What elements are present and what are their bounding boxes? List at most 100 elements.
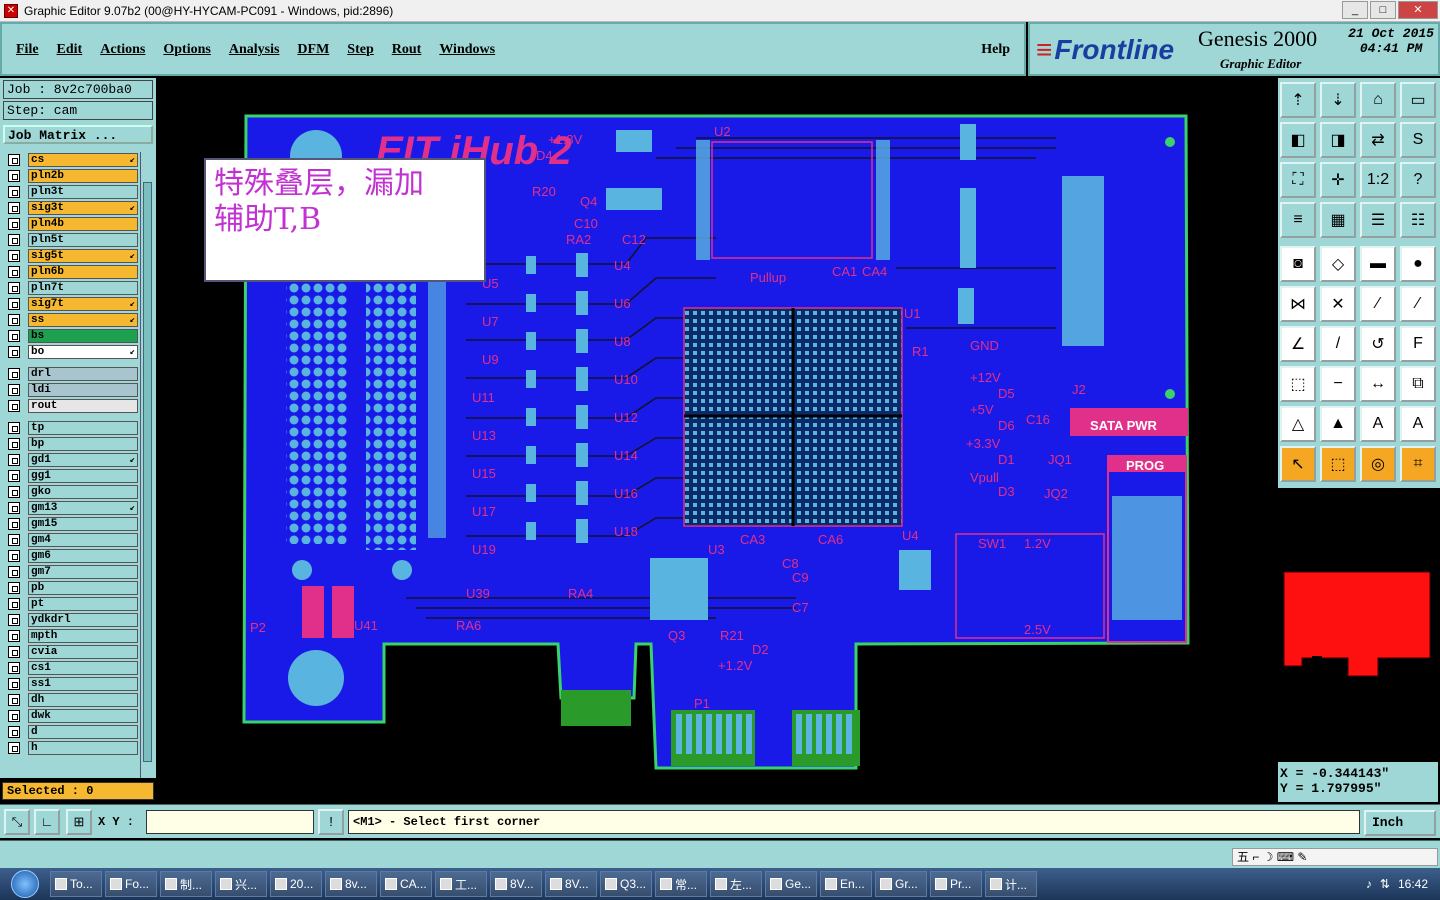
layer-row-dwk[interactable]: dwk <box>4 708 138 723</box>
layer-name[interactable]: d <box>28 724 138 739</box>
layer-name[interactable]: ydkdrl <box>28 612 138 627</box>
layer-name[interactable]: pb <box>28 580 138 595</box>
layer-checkbox[interactable] <box>8 533 20 546</box>
select-area-icon[interactable]: ⌗ <box>1400 446 1436 482</box>
layer-row-bo[interactable]: bo ↙ <box>4 344 138 359</box>
layer-row-ss1[interactable]: ss1 <box>4 676 138 691</box>
clock[interactable]: 16:42 <box>1398 877 1428 891</box>
layer-name[interactable]: bp <box>28 436 138 451</box>
layer-row-sig3t[interactable]: sig3t ↙ <box>4 200 138 215</box>
ruler-icon[interactable]: ▬ <box>1360 246 1396 282</box>
layer-name[interactable]: pln6b <box>28 264 138 279</box>
layer-row-ldi[interactable]: ldi <box>4 382 138 397</box>
job-matrix-button[interactable]: Job Matrix ... <box>3 125 153 144</box>
menu-file[interactable]: File <box>16 42 39 58</box>
lasso-icon[interactable]: ◎ <box>1360 446 1396 482</box>
anchor-icon[interactable]: A <box>1360 406 1396 442</box>
layer-checkbox[interactable] <box>8 345 20 358</box>
menu-rout[interactable]: Rout <box>392 42 422 58</box>
connect-icon[interactable]: ⋈ <box>1280 286 1316 322</box>
layer-checkbox[interactable] <box>8 629 20 642</box>
line-icon[interactable]: ⁄ <box>1360 286 1396 322</box>
layer-checkbox[interactable] <box>8 661 20 674</box>
layer-row-rout[interactable]: rout <box>4 398 138 413</box>
layer-name[interactable]: cvia <box>28 644 138 659</box>
text-icon[interactable]: F <box>1400 326 1436 362</box>
layer-checkbox[interactable] <box>8 297 20 310</box>
layer-row-tp[interactable]: tp <box>4 420 138 435</box>
taskbar-item[interactable]: 左... <box>710 871 762 897</box>
layer-checkbox[interactable] <box>8 367 20 380</box>
layer-row-dh[interactable]: dh <box>4 692 138 707</box>
unit-selector[interactable]: Inch <box>1364 810 1436 836</box>
start-button[interactable] <box>0 868 50 900</box>
layer-row-sig7t[interactable]: sig7t ↙ <box>4 296 138 311</box>
layer-row-gd1[interactable]: gd1 ↙ <box>4 452 138 467</box>
layer-row-bs[interactable]: bs <box>4 328 138 343</box>
layer-name[interactable]: sig7t ↙ <box>28 296 138 311</box>
layer-checkbox[interactable] <box>8 693 20 706</box>
layer-row-pln4b[interactable]: pln4b <box>4 216 138 231</box>
taskbar-item[interactable]: 工... <box>435 871 487 897</box>
layer-name[interactable]: sig3t ↙ <box>28 200 138 215</box>
layer-checkbox[interactable] <box>8 233 20 246</box>
layer-checkbox[interactable] <box>8 437 20 450</box>
layer-row-pb[interactable]: pb <box>4 580 138 595</box>
layer-checkbox[interactable] <box>8 281 20 294</box>
mirror-icon[interactable]: ⇄ <box>1360 122 1396 158</box>
arc-icon[interactable]: ↺ <box>1360 326 1396 362</box>
anchor-alt-icon[interactable]: A <box>1400 406 1436 442</box>
taskbar-item[interactable]: Gr... <box>875 871 927 897</box>
pointer-icon[interactable]: ↖ <box>1280 446 1316 482</box>
layer-row-cvia[interactable]: cvia <box>4 644 138 659</box>
taskbar-item[interactable]: CA... <box>380 871 432 897</box>
layer-name[interactable]: gm7 <box>28 564 138 579</box>
taskbar-item[interactable]: To... <box>50 871 102 897</box>
step-down-icon[interactable]: ⇣ <box>1320 82 1356 118</box>
cross-icon[interactable]: ✕ <box>1320 286 1356 322</box>
taskbar-item[interactable]: 制... <box>160 871 212 897</box>
alert-icon[interactable]: ! <box>318 809 344 835</box>
window-icon[interactable]: ▭ <box>1400 82 1436 118</box>
scrollbar-thumb[interactable] <box>143 182 152 762</box>
volume-icon[interactable]: ♪ <box>1366 877 1372 891</box>
layers-alt-icon[interactable]: ☷ <box>1400 202 1436 238</box>
layer-checkbox[interactable] <box>8 421 20 434</box>
layer-row-pln7t[interactable]: pln7t <box>4 280 138 295</box>
layer-scrollbar[interactable] <box>140 152 154 778</box>
layer-row-gg1[interactable]: gg1 <box>4 468 138 483</box>
layer-name[interactable]: pln4b <box>28 216 138 231</box>
layer-name[interactable]: pln2b <box>28 168 138 183</box>
layer-checkbox[interactable] <box>8 613 20 626</box>
layer-row-mpth[interactable]: mpth <box>4 628 138 643</box>
layer-checkbox[interactable] <box>8 153 20 166</box>
layer-row-drl[interactable]: drl <box>4 366 138 381</box>
angle-icon[interactable]: ∠ <box>1280 326 1316 362</box>
menu-options[interactable]: Options <box>163 42 210 58</box>
layer-name[interactable]: mpth <box>28 628 138 643</box>
layer-checkbox[interactable] <box>8 549 20 562</box>
layer-checkbox[interactable] <box>8 565 20 578</box>
taskbar-item[interactable]: 20... <box>270 871 322 897</box>
group-icon[interactable]: ⧉ <box>1400 366 1436 402</box>
home-icon[interactable]: ⌂ <box>1360 82 1396 118</box>
layer-checkbox[interactable] <box>8 169 20 182</box>
zoom-fit-icon[interactable]: ⛶ <box>1280 162 1316 198</box>
snap-toggle-icon[interactable]: ⤡ <box>4 809 30 835</box>
layer-row-gm6[interactable]: gm6 <box>4 548 138 563</box>
ime-toolbar[interactable]: 五 ⌐ ☽ ⌨ ✎ <box>1232 848 1438 866</box>
layer-name[interactable]: cs1 <box>28 660 138 675</box>
layer-checkbox[interactable] <box>8 453 20 466</box>
layer-name[interactable]: ss ↙ <box>28 312 138 327</box>
edit-shape-icon[interactable]: ◇ <box>1320 246 1356 282</box>
minus-icon[interactable]: − <box>1320 366 1356 402</box>
layer-checkbox[interactable] <box>8 501 20 514</box>
layer-row-cs[interactable]: cs ↙ <box>4 152 138 167</box>
taskbar-item[interactable]: 计... <box>985 871 1037 897</box>
menu-dfm[interactable]: DFM <box>297 42 329 58</box>
layer-name[interactable]: rout <box>28 398 138 413</box>
xy-input[interactable] <box>146 810 314 834</box>
layer-name[interactable]: gm4 <box>28 532 138 547</box>
layer-checkbox[interactable] <box>8 581 20 594</box>
layer-checkbox[interactable] <box>8 597 20 610</box>
